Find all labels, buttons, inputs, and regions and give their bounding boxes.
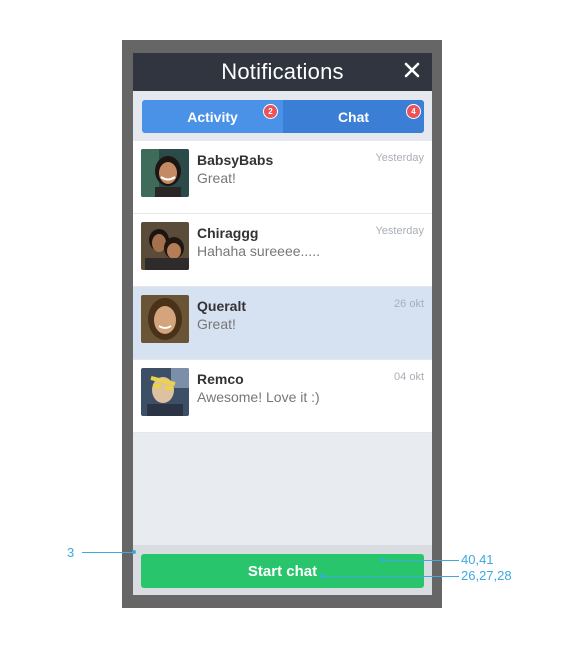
- annotation-right-bottom-dot: [320, 574, 324, 578]
- message-time: 04 okt: [394, 371, 424, 383]
- avatar: [141, 368, 189, 416]
- message-preview: Awesome! Love it :): [197, 389, 320, 405]
- avatar: [141, 149, 189, 197]
- conversation-item[interactable]: Remco Awesome! Love it :) 04 okt: [133, 360, 432, 433]
- tab-chat[interactable]: Chat 4: [283, 100, 424, 133]
- tab-chat-label: Chat: [337, 108, 370, 125]
- annotation-right-top-dot: [381, 558, 385, 562]
- tab-activity[interactable]: Activity 2: [142, 100, 283, 133]
- annotation-left-line: [82, 552, 134, 553]
- tab-bar: Activity 2 Chat 4: [133, 91, 432, 141]
- message-preview: Hahaha sureeee.....: [197, 243, 320, 259]
- contact-name: Remco: [197, 371, 244, 387]
- annotation-right-bottom-line: [322, 576, 459, 577]
- tab-activity-label: Activity: [187, 108, 238, 125]
- chat-count-badge: 4: [406, 104, 421, 119]
- annotation-right-top-line: [383, 560, 459, 561]
- conversation-list: BabsyBabs Great! Yesterday Chiraggg Haha…: [133, 141, 432, 433]
- annotation-right-top: 40,41: [461, 552, 494, 567]
- message-preview: Great!: [197, 316, 236, 332]
- avatar: [141, 222, 189, 270]
- conversation-item-selected[interactable]: Queralt Great! 26 okt: [133, 287, 432, 360]
- close-icon[interactable]: [404, 62, 420, 78]
- message-time: 26 okt: [394, 298, 424, 310]
- contact-name: Queralt: [197, 298, 247, 314]
- tab-group: Activity 2 Chat 4: [142, 100, 424, 133]
- message-time: Yesterday: [375, 152, 424, 164]
- panel-title: Notifications: [221, 59, 344, 84]
- message-time: Yesterday: [375, 225, 424, 237]
- conversation-item[interactable]: Chiraggg Hahaha sureeee..... Yesterday: [133, 214, 432, 287]
- conversation-item[interactable]: BabsyBabs Great! Yesterday: [133, 141, 432, 214]
- activity-count-badge: 2: [263, 104, 278, 119]
- contact-name: BabsyBabs: [197, 152, 274, 168]
- annotation-left: 3: [67, 545, 75, 560]
- annotation-right-bottom: 26,27,28: [461, 568, 512, 583]
- notifications-panel: Notifications Activity 2 Chat 4 BabsyBab…: [133, 53, 432, 595]
- panel-footer: Start chat: [133, 545, 432, 595]
- contact-name: Chiraggg: [197, 225, 259, 241]
- annotation-left-dot: [132, 550, 136, 554]
- avatar: [141, 295, 189, 343]
- message-preview: Great!: [197, 170, 236, 186]
- panel-header: Notifications: [133, 53, 432, 91]
